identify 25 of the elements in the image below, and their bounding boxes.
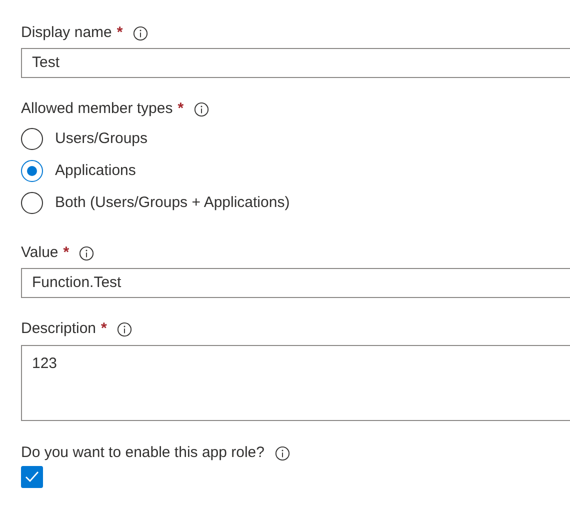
required-mark: * — [63, 242, 70, 263]
radio-button[interactable] — [21, 160, 43, 182]
info-icon[interactable] — [79, 246, 94, 260]
field-label: Value — [21, 242, 58, 263]
required-mark: * — [116, 22, 123, 43]
field-label: Description — [21, 318, 96, 339]
info-icon[interactable] — [116, 322, 132, 336]
radio-button[interactable] — [21, 128, 43, 150]
required-mark: * — [101, 318, 107, 339]
info-icon[interactable] — [132, 26, 148, 40]
checkbox[interactable] — [21, 466, 43, 488]
info-icon[interactable] — [194, 102, 209, 116]
radio-button[interactable] — [21, 192, 43, 214]
field-label: Allowed member types — [21, 98, 173, 119]
field-label: Display name — [21, 22, 112, 43]
text-area[interactable]: 123 — [21, 345, 570, 421]
info-icon[interactable] — [274, 446, 290, 460]
radio-label: Applications — [55, 160, 136, 181]
field-label: Do you want to enable this app role? — [21, 442, 264, 463]
radio-label: Both (Users/Groups + Applications) — [55, 192, 290, 213]
radio-label: Users/Groups — [55, 128, 148, 149]
required-mark: * — [178, 98, 184, 119]
checkmark-icon — [25, 471, 39, 483]
text-input[interactable]: Test — [21, 48, 570, 78]
text-input[interactable]: Function.Test — [21, 268, 570, 298]
